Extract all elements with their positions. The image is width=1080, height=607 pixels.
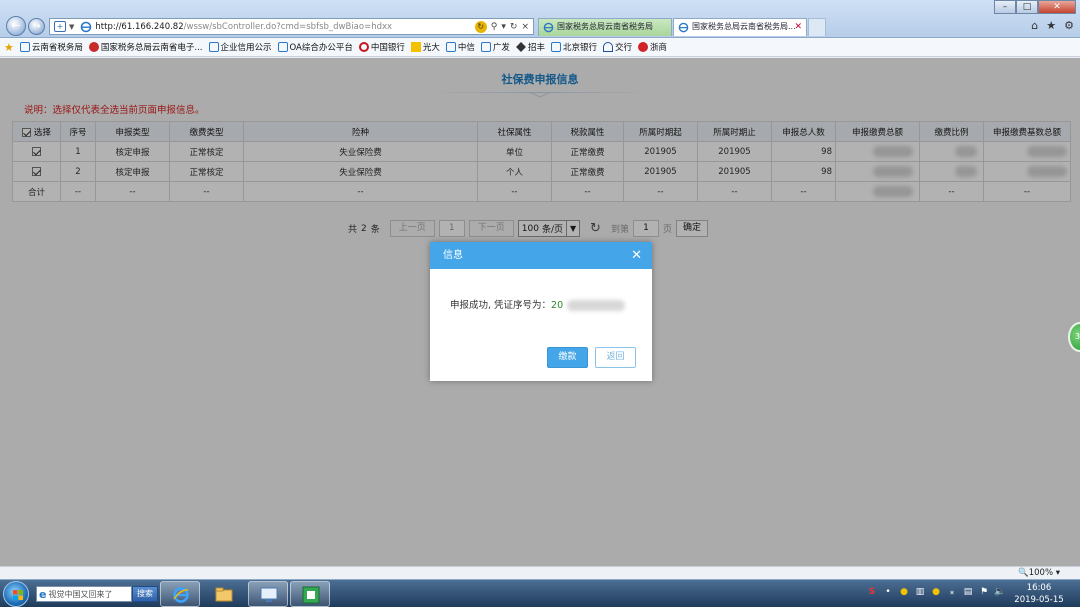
gear-icon[interactable]: ⚙ bbox=[1064, 19, 1074, 32]
page-icon bbox=[277, 42, 288, 52]
volume-icon[interactable]: 🔈 bbox=[994, 586, 1006, 598]
refresh-icon[interactable]: ↻ bbox=[510, 22, 518, 32]
favorites-star-icon[interactable]: ★ bbox=[1046, 19, 1056, 32]
new-tab-button[interactable] bbox=[808, 18, 826, 36]
bank-icon bbox=[602, 42, 613, 52]
browser-statusbar: 🔍100% ▾ bbox=[0, 566, 1080, 579]
favorite-link[interactable]: 企业信用公示 bbox=[208, 41, 272, 53]
chevron-down-icon[interactable]: ▼ bbox=[69, 23, 74, 31]
favorite-link[interactable]: 广发 bbox=[480, 41, 510, 53]
ie-tab-icon bbox=[678, 22, 689, 33]
taskbar: e 视觉中国又回来了 搜索 S • ● ▥ ● ⁎ ▤ ⚑ 🔈 16:06 20… bbox=[0, 579, 1080, 607]
search-icon[interactable]: ⚲ bbox=[491, 22, 498, 32]
voucher-serial: 20 bbox=[551, 300, 564, 311]
remote-desktop-icon bbox=[260, 587, 278, 602]
minimize-button[interactable]: – bbox=[994, 0, 1016, 14]
taskbar-search-input[interactable]: e 视觉中国又回来了 bbox=[36, 586, 132, 602]
display-icon[interactable]: ▤ bbox=[962, 586, 974, 598]
taskbar-app-tax[interactable] bbox=[290, 581, 330, 607]
browser-titlebar: ← → + ▼ http://61.166.240.82/wssw/sbCont… bbox=[0, 0, 1080, 38]
pay-button[interactable]: 缴款 bbox=[547, 347, 588, 368]
page-icon bbox=[19, 42, 30, 52]
flag-icon[interactable]: ⚑ bbox=[978, 586, 990, 598]
redacted-serial bbox=[567, 300, 626, 311]
network-icon[interactable]: ▥ bbox=[914, 586, 926, 598]
taskbar-app-explorer[interactable] bbox=[204, 581, 244, 607]
address-bar[interactable]: + ▼ http://61.166.240.82/wssw/sbControll… bbox=[49, 18, 534, 35]
emblem-icon bbox=[88, 42, 99, 52]
tab-label: 国家税务总局云南省税务局 bbox=[557, 22, 653, 31]
windows-logo-icon bbox=[13, 590, 23, 600]
ie-page-icon bbox=[81, 21, 92, 32]
taskbar-search-button[interactable]: 搜索 bbox=[132, 586, 158, 602]
security-icon[interactable]: ● bbox=[898, 586, 910, 598]
dialog-title: 信息 bbox=[443, 250, 463, 261]
taskbar-app-remote[interactable] bbox=[248, 581, 288, 607]
boc-icon bbox=[358, 42, 369, 52]
favorite-link[interactable]: 国家税务总局云南省电子... bbox=[88, 41, 203, 53]
page-icon bbox=[208, 42, 219, 52]
tab-label: 国家税务总局云南省税务局... bbox=[692, 22, 796, 31]
forward-button[interactable]: → bbox=[28, 18, 45, 35]
bank-icon bbox=[637, 42, 648, 52]
taskbar-clock[interactable]: 16:06 2019-05-15 bbox=[1008, 582, 1070, 606]
favorite-link[interactable]: 北京银行 bbox=[550, 41, 597, 53]
chevron-down-icon[interactable]: ▾ bbox=[501, 22, 506, 32]
favorite-link[interactable]: OA综合办公平台 bbox=[277, 41, 353, 53]
bluetooth-icon[interactable]: ⁎ bbox=[946, 586, 958, 598]
app-tray-icon[interactable]: ● bbox=[930, 586, 942, 598]
ie-logo-icon: e bbox=[39, 587, 47, 601]
favorite-link[interactable]: 中信 bbox=[445, 41, 475, 53]
home-icon[interactable]: ⌂ bbox=[1031, 19, 1038, 32]
taskbar-app-ie[interactable] bbox=[160, 581, 200, 607]
favorite-link[interactable]: 交行 bbox=[602, 41, 632, 53]
system-tray: S • ● ▥ ● ⁎ ▤ ⚑ 🔈 bbox=[866, 586, 1006, 598]
window-close-button[interactable]: ✕ bbox=[1038, 0, 1076, 14]
stop-icon[interactable]: × bbox=[521, 22, 529, 32]
dialog-header: 信息 ✕ bbox=[430, 242, 652, 269]
ie-icon bbox=[173, 587, 189, 603]
favorites-star-icon[interactable]: ★ bbox=[4, 41, 14, 54]
tab-tax-bureau-2[interactable]: 国家税务总局云南省税务局... ✕ bbox=[673, 18, 807, 36]
favorite-link[interactable]: 中国银行 bbox=[358, 41, 405, 53]
info-dialog: 信息 ✕ 申报成功, 凭证序号为：20 缴款 返回 bbox=[430, 242, 652, 381]
favorite-link[interactable]: 云南省税务局 bbox=[19, 41, 83, 53]
close-tab-icon[interactable]: ✕ bbox=[794, 19, 802, 35]
favorite-link[interactable]: 招丰 bbox=[515, 41, 545, 53]
security-shield-icon: + bbox=[54, 21, 66, 32]
favorite-link[interactable]: 光大 bbox=[410, 41, 440, 53]
bank-icon bbox=[515, 42, 526, 52]
tax-app-icon bbox=[302, 586, 320, 604]
compatibility-icon[interactable]: ↻ bbox=[474, 20, 487, 33]
zoom-level[interactable]: 🔍100% ▾ bbox=[1018, 568, 1060, 578]
page-icon bbox=[480, 42, 491, 52]
ime-mode-icon[interactable]: • bbox=[882, 586, 894, 598]
page-icon bbox=[550, 42, 561, 52]
dialog-message: 申报成功, 凭证序号为：20 bbox=[450, 297, 626, 311]
maximize-button[interactable]: □ bbox=[1016, 0, 1038, 14]
ime-icon[interactable]: S bbox=[866, 586, 878, 598]
folder-icon bbox=[215, 587, 233, 602]
bank-icon bbox=[410, 42, 421, 52]
back-button[interactable]: 返回 bbox=[595, 347, 636, 368]
tab-tax-bureau-1[interactable]: 国家税务总局云南省税务局 bbox=[538, 18, 672, 36]
url-text: http://61.166.240.82/wssw/sbController.d… bbox=[95, 21, 393, 32]
favorite-link[interactable]: 浙商 bbox=[637, 41, 667, 53]
ie-tab-icon bbox=[543, 22, 554, 33]
favorites-bar: ★ 云南省税务局 国家税务总局云南省电子... 企业信用公示 OA综合办公平台 … bbox=[0, 38, 1080, 57]
back-button[interactable]: ← bbox=[6, 16, 26, 36]
start-button[interactable] bbox=[3, 581, 29, 607]
close-icon[interactable]: ✕ bbox=[631, 242, 642, 269]
page-icon bbox=[445, 42, 456, 52]
